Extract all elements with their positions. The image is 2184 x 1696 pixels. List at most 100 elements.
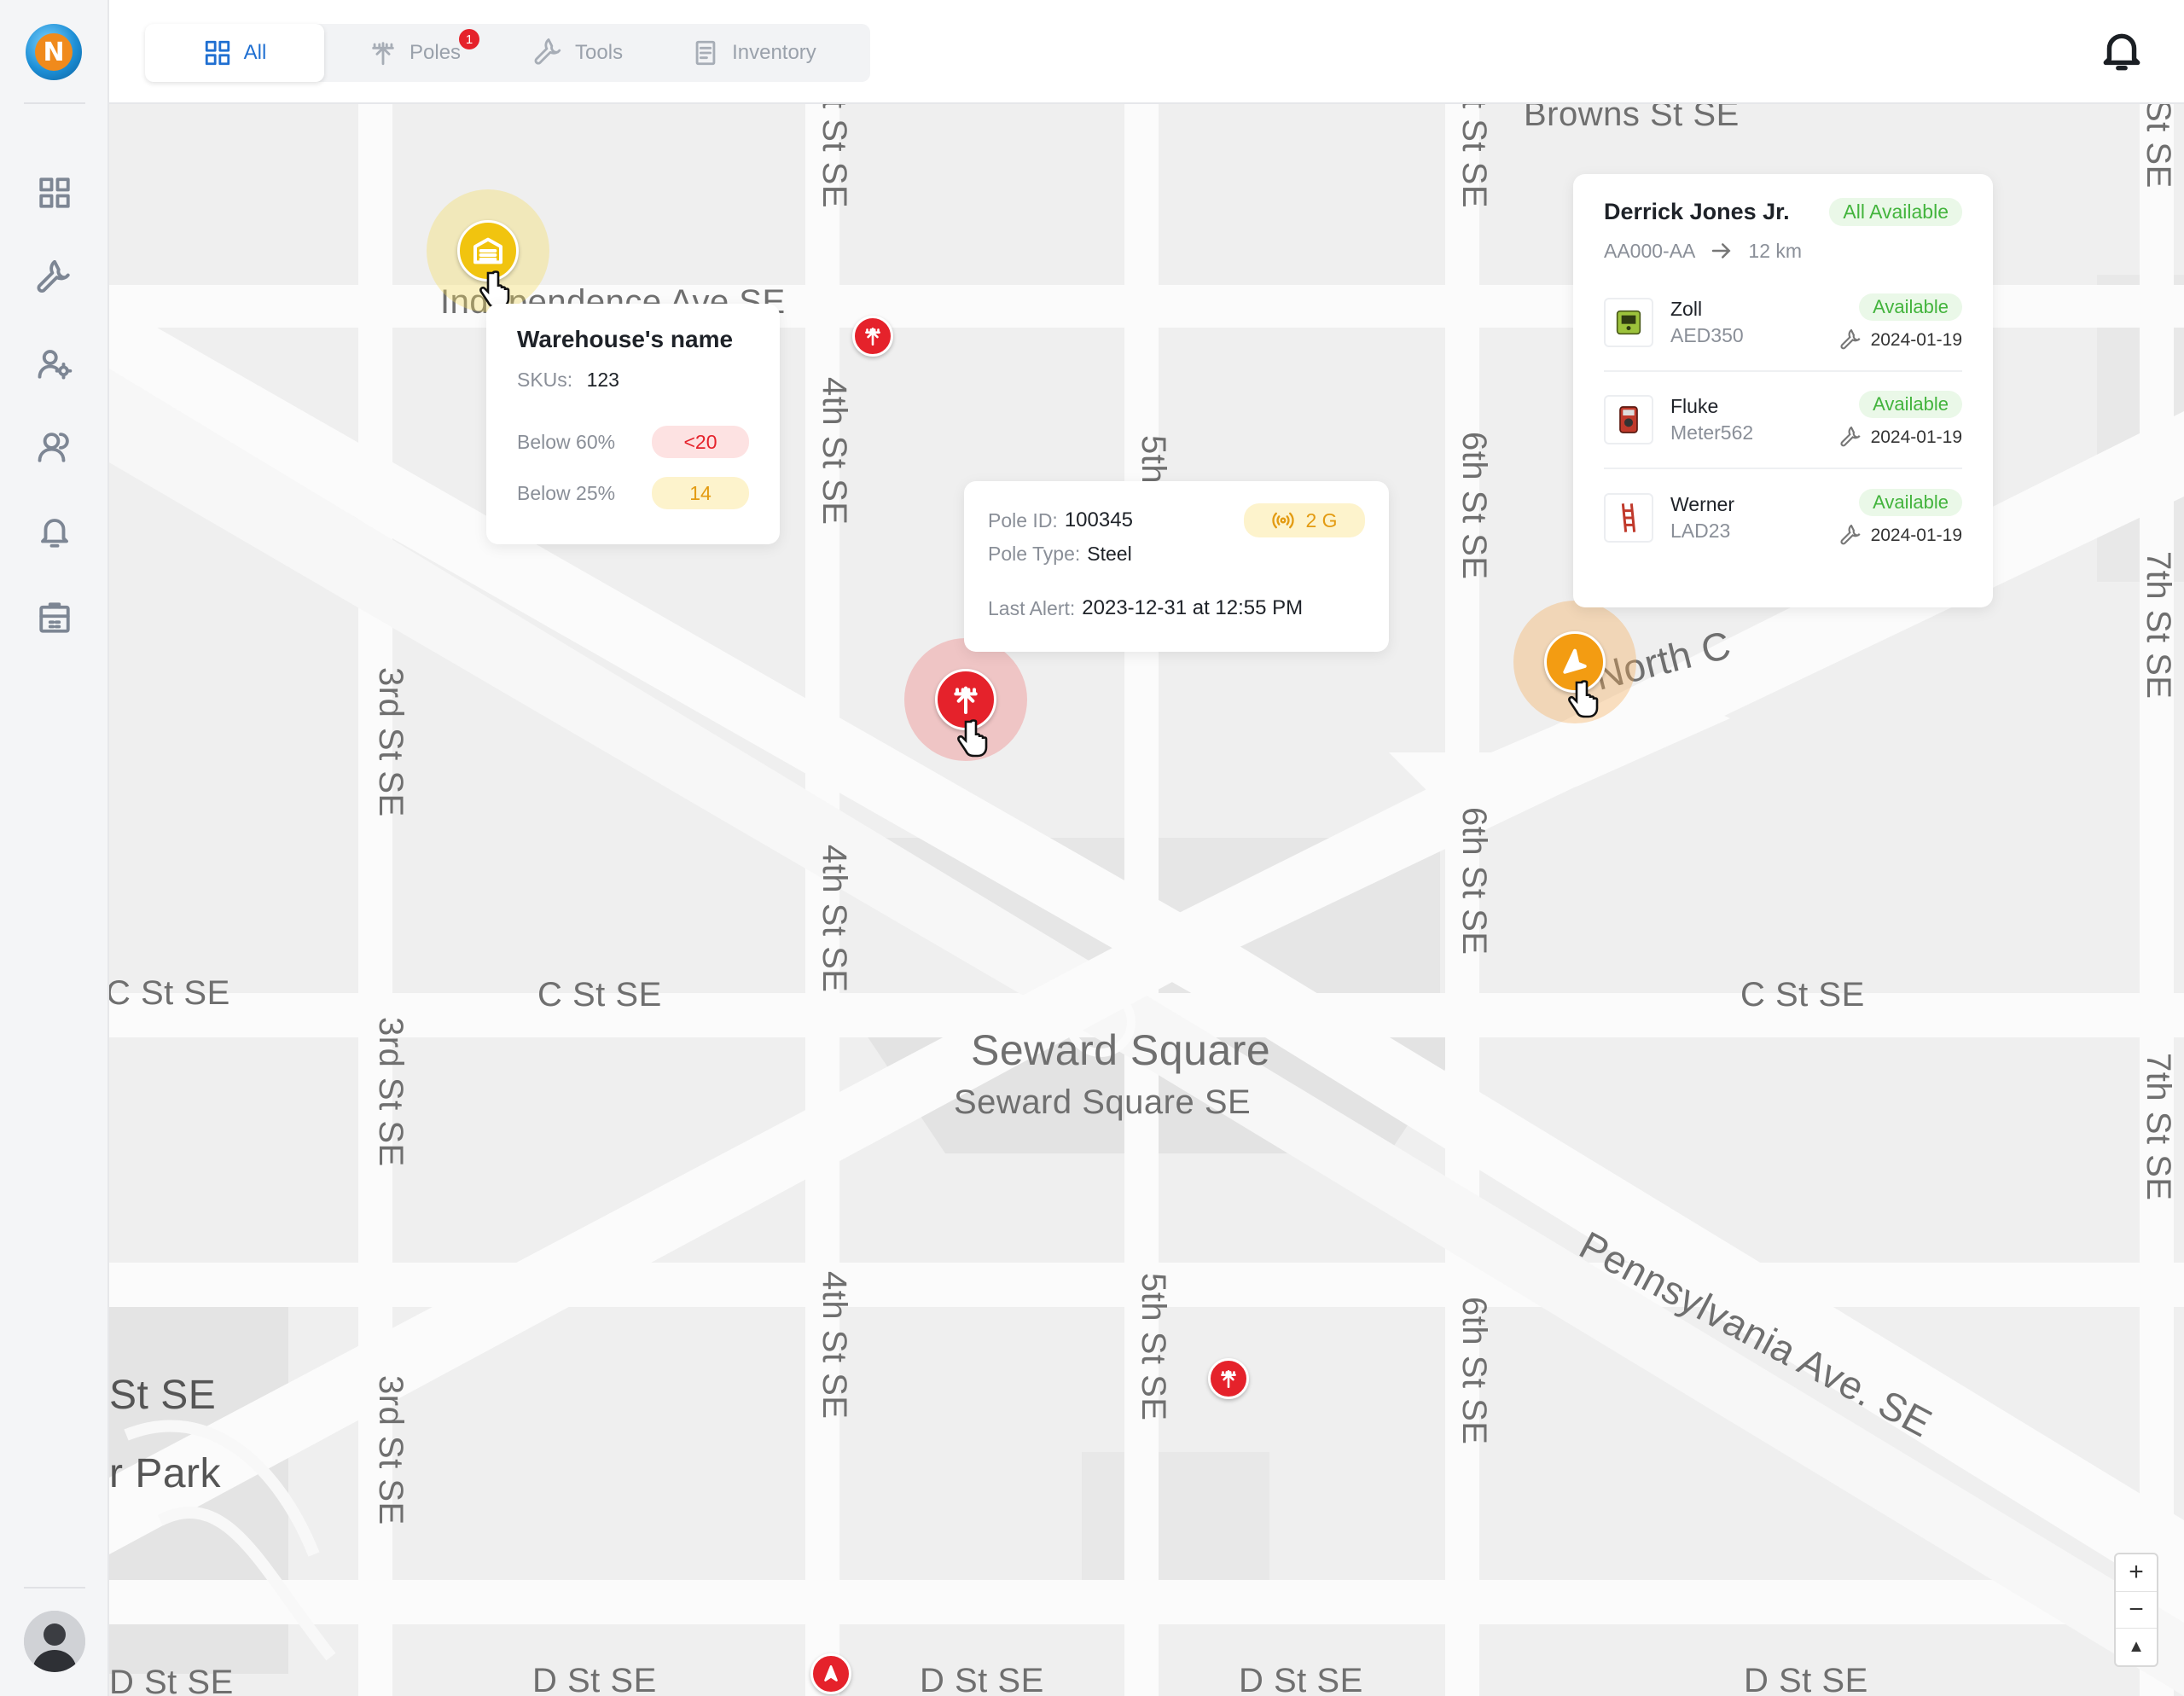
- below-25-label: Below 25%: [517, 481, 616, 504]
- street-label: D St SE: [1744, 1662, 1868, 1696]
- notifications-button[interactable]: [2100, 29, 2143, 75]
- sidebar-item-inventory[interactable]: [34, 597, 75, 638]
- zoom-out-button[interactable]: −: [2116, 1592, 2157, 1629]
- street-label: t St SE: [1455, 104, 1493, 208]
- street-label: C St SE: [1740, 976, 1865, 1014]
- pole-id-label: Pole ID:: [988, 508, 1058, 531]
- pole-type-label: Pole Type:: [988, 543, 1081, 565]
- tool-status-badge: Available: [1859, 293, 1962, 321]
- street-label: 6th St SE: [1455, 807, 1493, 955]
- street-label: D St SE: [920, 1662, 1044, 1696]
- street-label: 3rd St SE: [372, 1375, 410, 1525]
- park-label: Seward Square: [971, 1026, 1271, 1074]
- sidebar-item-notifications[interactable]: [34, 512, 75, 553]
- below-60-badge: <20: [652, 426, 749, 458]
- multimeter-icon: [1619, 406, 1638, 433]
- sidebar-item-dashboard[interactable]: [34, 172, 75, 213]
- skus-value: 123: [586, 369, 619, 391]
- pole-id-value: 100345: [1064, 508, 1133, 531]
- street-label: 6th St SE: [1455, 1297, 1493, 1445]
- tab-all[interactable]: All: [145, 24, 324, 82]
- tool-brand: Werner: [1670, 493, 1734, 515]
- tab-label: Poles: [410, 41, 462, 64]
- street-label: Browns St SE: [1524, 104, 1740, 133]
- map-view[interactable]: Independence Ave SE C St SE C St SE C St…: [109, 104, 2184, 1696]
- street-label: D St SE: [1239, 1662, 1363, 1696]
- pole-icon: [1221, 1370, 1236, 1389]
- hand-cursor-icon: [957, 719, 988, 758]
- tool-image: [1604, 395, 1653, 444]
- tool-row[interactable]: Werner LAD23 Available 2024-01-19: [1604, 469, 1962, 566]
- inventory-icon: [39, 602, 70, 633]
- tab-label: Tools: [575, 41, 624, 64]
- street-label: 5th St SE: [1135, 1273, 1172, 1421]
- compass-button[interactable]: ▲: [2116, 1629, 2157, 1665]
- below-25-badge: 14: [652, 477, 749, 509]
- bell-icon: [2103, 33, 2140, 71]
- street-label: 7th St SE: [2140, 1053, 2177, 1201]
- street-label: 4th St SE: [816, 1271, 853, 1420]
- tab-tools[interactable]: Tools: [500, 24, 657, 82]
- app-logo[interactable]: N: [26, 24, 82, 80]
- wrench-icon: [534, 38, 561, 65]
- zoom-in-button[interactable]: +: [2116, 1554, 2157, 1592]
- sidebar-item-user-settings[interactable]: [34, 343, 75, 384]
- user-settings-icon: [38, 350, 73, 380]
- skus-label: SKUs:: [517, 369, 573, 391]
- tab-label: All: [243, 41, 267, 64]
- grid-icon: [205, 40, 229, 66]
- tool-row[interactable]: Zoll AED350 Available 2024-01-19: [1604, 275, 1962, 372]
- last-alert-label: Last Alert:: [988, 596, 1076, 619]
- pole-icon: [954, 686, 978, 714]
- tab-inventory[interactable]: Inventory: [657, 24, 851, 82]
- technician-origin: AA000-AA: [1604, 239, 1696, 262]
- tool-status-badge: Available: [1859, 391, 1962, 418]
- wrench-icon: [37, 260, 70, 293]
- bell-icon: [41, 519, 68, 548]
- navigation-arrow-icon: [1563, 648, 1587, 674]
- filter-tabs: All Poles 1 Tools Inventory: [145, 24, 870, 82]
- wrench-icon: [1840, 427, 1861, 447]
- tool-model: AED350: [1670, 324, 1744, 346]
- tool-brand: Zoll: [1670, 298, 1703, 320]
- sidebar-item-tools[interactable]: [34, 258, 75, 299]
- pole-popup: Pole ID: 100345 2 G Pole Type: Steel Las…: [964, 481, 1389, 652]
- street-label: D St SE: [532, 1662, 657, 1696]
- warehouse-popup: Warehouse's name SKUs: 123 Below 60% <20…: [486, 304, 780, 544]
- street-label: D St SE: [109, 1664, 234, 1696]
- tool-date: 2024-01-19: [1870, 330, 1962, 350]
- avatar[interactable]: [24, 1611, 85, 1672]
- pole-marker[interactable]: [852, 316, 893, 357]
- street-label: Seward Square SE: [954, 1083, 1252, 1121]
- tool-model: Meter562: [1670, 421, 1754, 444]
- tool-date: 2024-01-19: [1870, 526, 1962, 545]
- wrench-icon: [1840, 525, 1861, 545]
- user-avatar-icon: [24, 1611, 85, 1672]
- tool-date: 2024-01-19: [1870, 427, 1962, 447]
- navigation-arrow-icon: [824, 1665, 838, 1681]
- document-icon: [695, 40, 716, 66]
- tool-row[interactable]: Fluke Meter562 Available 2024-01-19: [1604, 372, 1962, 469]
- poles-count-badge: 1: [459, 29, 480, 49]
- street-label: 3rd St SE: [372, 667, 410, 817]
- street-label: 3rd St SE: [372, 1017, 410, 1167]
- sidebar-divider: [24, 102, 85, 104]
- tool-image: [1604, 493, 1653, 543]
- defibrillator-icon: [1616, 310, 1641, 335]
- technician-distance: 12 km: [1748, 239, 1803, 262]
- tab-poles[interactable]: Poles 1: [324, 24, 500, 82]
- street-label: 6th St SE: [1455, 432, 1493, 580]
- technician-popup: Derrick Jones Jr. All Available AA000-AA…: [1573, 174, 1993, 607]
- sidebar-item-users[interactable]: [34, 427, 75, 468]
- street-label: t St SE: [816, 104, 853, 208]
- wrench-icon: [1840, 329, 1861, 350]
- street-label: C St SE: [537, 976, 662, 1014]
- pole-marker[interactable]: [1208, 1358, 1249, 1399]
- arrow-right-icon: [1712, 243, 1731, 258]
- street-label: St SE: [109, 1373, 217, 1418]
- ladder-icon: [1621, 503, 1636, 532]
- last-alert-value: 2023-12-31 at 12:55 PM: [1082, 596, 1304, 619]
- pole-marker[interactable]: [810, 1653, 851, 1694]
- tab-label: Inventory: [732, 41, 816, 64]
- street-label: 4th St SE: [816, 377, 853, 526]
